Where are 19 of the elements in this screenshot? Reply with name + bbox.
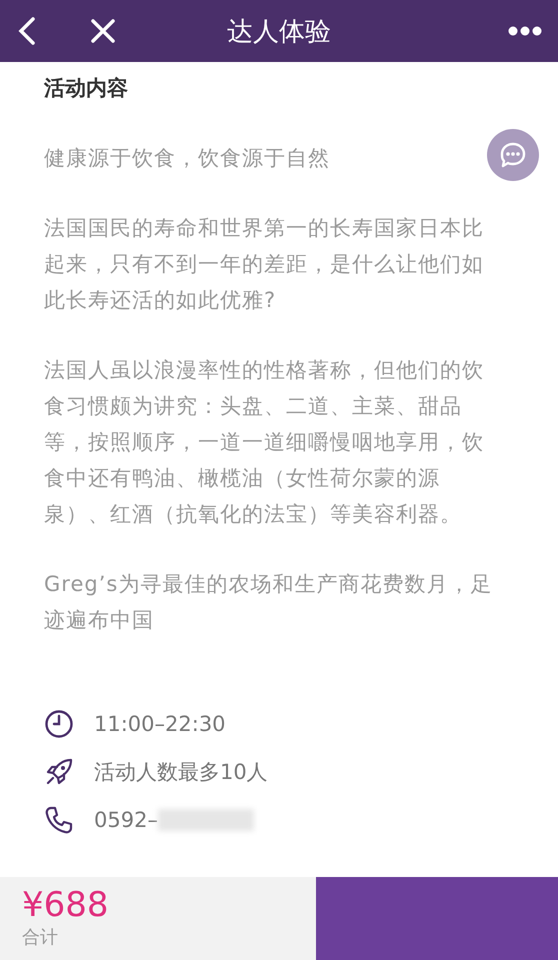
- more-icon: [508, 26, 542, 36]
- phone-icon: [44, 805, 74, 835]
- paragraph: 法国国民的寿命和世界第一的长寿国家日本比起来，只有不到一年的差距，是什么让他们如此长寿还活的如此优雅?: [44, 215, 485, 314]
- page-title: 达人体验: [227, 16, 331, 48]
- back-icon: [16, 16, 38, 46]
- close-icon: [90, 18, 116, 44]
- info-text: 0592–: [94, 808, 158, 832]
- section-title: 活动内容: [44, 75, 129, 102]
- chat-icon: [498, 140, 528, 170]
- total-label: 合计: [22, 926, 59, 950]
- info-text: 11:00–22:30: [94, 712, 226, 736]
- price: ¥688: [22, 885, 110, 925]
- clock-icon: [44, 709, 74, 739]
- rocket-icon: [44, 757, 74, 787]
- paragraph: 健康源于饮食，饮食源于自然: [44, 145, 331, 172]
- chat-button[interactable]: [487, 129, 539, 181]
- paragraph: 法国人虽以浪漫率性的性格著称，但他们的饮食习惯颇为讲究：头盘、二道、主菜、甜品等，按照顺序，一道一道细嚼慢咽地享用，饮食中还有鸭油、橄榄油（女性荷尔蒙的源泉）、红酒（抗氧化的法宝）等美容利器。: [44, 357, 485, 528]
- info-text: 活动人数最多10人: [94, 759, 268, 786]
- paragraph: Greg’s为寻最佳的农场和生产商花费数月，足迹遍布中国: [44, 571, 494, 634]
